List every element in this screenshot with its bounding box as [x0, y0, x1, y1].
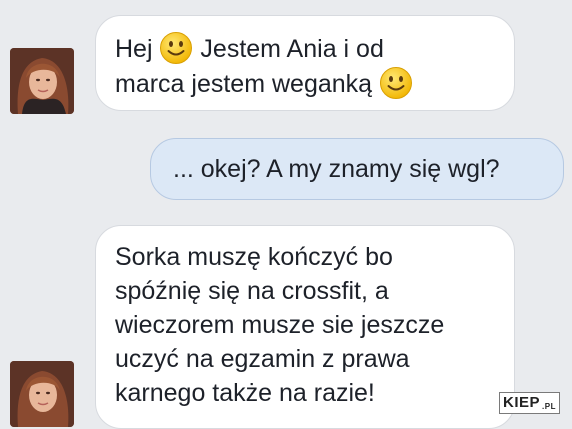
contact-avatar[interactable] [10, 361, 74, 427]
message-text: ... okej? A my znamy się wgl? [173, 155, 500, 183]
message-line: uczyć na egzamin z prawa [115, 345, 410, 373]
watermark-sub: .PL [542, 402, 556, 411]
message-bubble-incoming[interactable]: Hej Jestem Ania i od marca jestem wegank… [95, 15, 515, 111]
kiep-watermark: KIEP .PL [499, 392, 560, 414]
message-line: spóźnię się na crossfit, a [115, 277, 389, 305]
message-line: Hej Jestem Ania i od [115, 31, 496, 66]
message-text: Hej [115, 35, 160, 63]
message-bubble-incoming[interactable]: Sorka muszę kończyć bo spóźnię się na cr… [95, 225, 515, 429]
slightly-smiling-face-icon [159, 31, 193, 65]
watermark-main: KIEP [503, 394, 541, 411]
message-line: wieczorem musze sie jeszcze [115, 311, 445, 339]
message-text: marca jestem weganką [115, 70, 380, 98]
message-text: Jestem Ania i od [193, 35, 384, 63]
message-line: Sorka muszę kończyć bo [115, 243, 393, 271]
contact-avatar[interactable] [10, 48, 74, 114]
message-bubble-outgoing[interactable]: ... okej? A my znamy się wgl? [150, 138, 564, 200]
slightly-smiling-face-icon [379, 66, 413, 100]
message-line: karnego także na razie! [115, 379, 375, 407]
message-line: marca jestem weganką [115, 66, 496, 101]
chat-thread: { "messages": [ { "side": "incoming", "l… [0, 0, 572, 429]
